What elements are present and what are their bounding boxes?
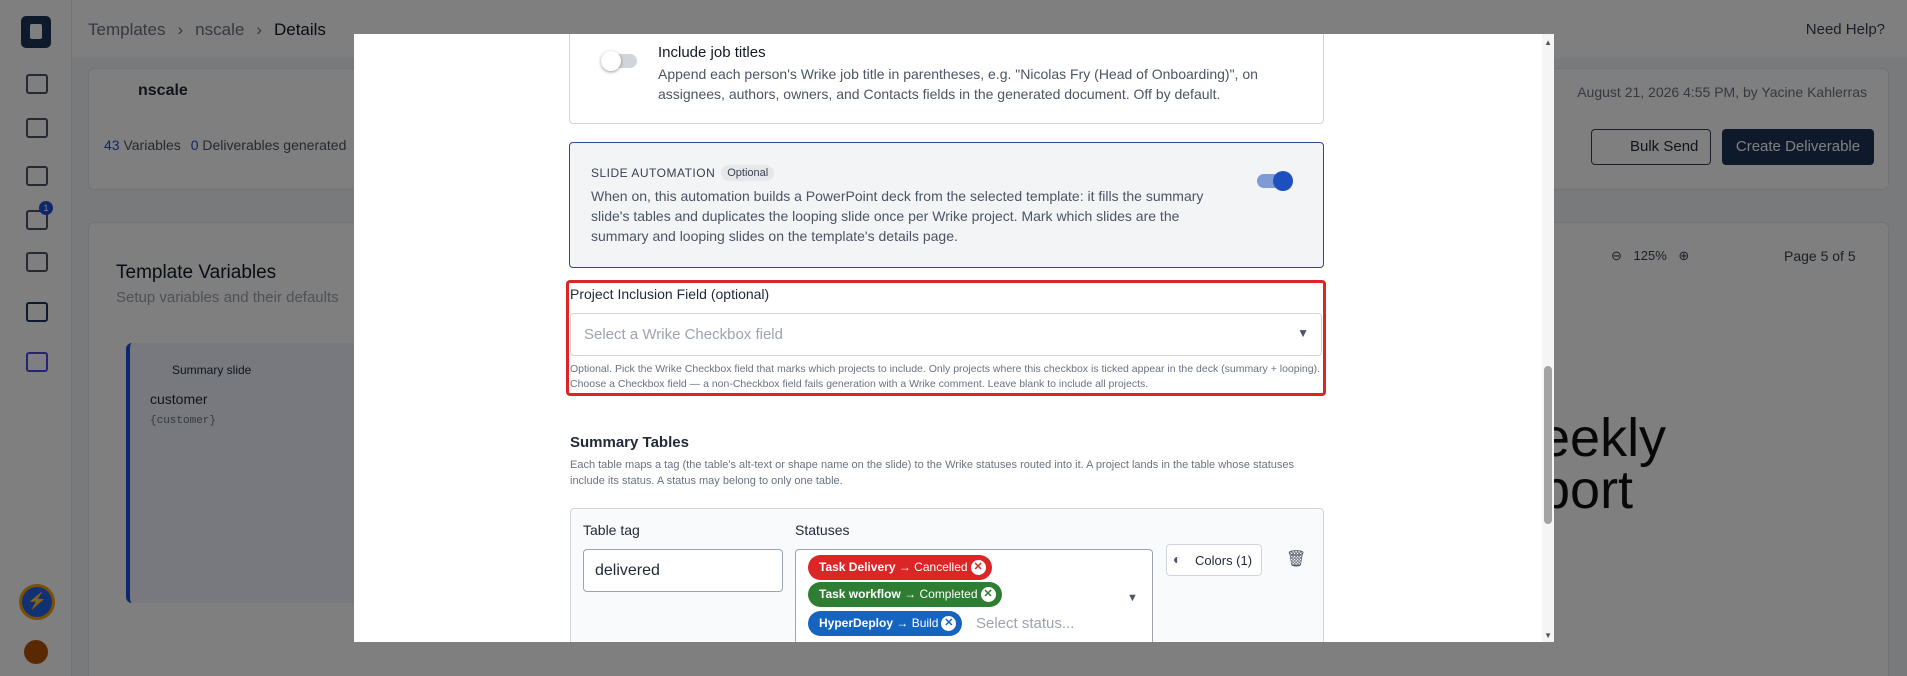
table-tag-label: Table tag: [583, 522, 640, 538]
status-chip[interactable]: Task Delivery → Cancelled ✕: [808, 555, 992, 580]
inclusion-help: Optional. Pick the Wrike Checkbox field …: [570, 363, 1321, 390]
summary-tables-title: Summary Tables: [570, 434, 689, 451]
status-value: → Build: [896, 616, 939, 630]
status-value: → Completed: [904, 587, 978, 601]
job-titles-toggle[interactable]: [601, 51, 637, 71]
inclusion-label: Project Inclusion Field (optional): [570, 286, 770, 302]
status-search-placeholder[interactable]: Select status...: [976, 615, 1074, 632]
statuses-label: Statuses: [795, 522, 850, 538]
slide-automation-toggle[interactable]: [1257, 171, 1293, 191]
colors-label: Colors (1): [1195, 553, 1253, 568]
status-value: → Cancelled: [898, 560, 968, 574]
status-chip[interactable]: HyperDeploy → Build ✕: [808, 611, 963, 636]
job-titles-title: Include job titles: [658, 44, 766, 61]
slide-automation-description: When on, this automation builds a PowerP…: [591, 188, 1204, 244]
chevron-down-icon[interactable]: ▼: [1297, 326, 1309, 340]
job-titles-description: Append each person's Wrike job title in …: [658, 66, 1258, 102]
slide-automation-title: SLIDE AUTOMATION: [591, 166, 716, 180]
status-workflow: HyperDeploy: [819, 616, 894, 630]
table-tag-input[interactable]: delivered: [583, 549, 783, 592]
remove-chip-icon[interactable]: ✕: [980, 587, 996, 602]
automation-settings-modal: Include job titles Append each person's …: [354, 34, 1554, 642]
colors-button[interactable]: ◐ Colors (1): [1166, 544, 1262, 576]
optional-badge: Optional: [721, 165, 775, 181]
remove-chip-icon[interactable]: ✕: [941, 616, 957, 631]
inclusion-placeholder: Select a Wrike Checkbox field: [584, 326, 783, 343]
modal-scrollbar[interactable]: [1542, 34, 1554, 642]
inclusion-select[interactable]: Select a Wrike Checkbox field ▼: [570, 313, 1322, 356]
remove-chip-icon[interactable]: ✕: [970, 560, 986, 575]
status-chip[interactable]: Task workflow → Completed ✕: [808, 582, 1002, 607]
table-tag-value: delivered: [595, 562, 660, 579]
chevron-down-icon[interactable]: ▼: [1127, 592, 1138, 604]
scroll-up-icon[interactable]: ▲: [1544, 38, 1552, 47]
scroll-down-icon[interactable]: ▼: [1544, 631, 1552, 640]
summary-tables-description: Each table maps a tag (the table's alt-t…: [570, 459, 1295, 487]
palette-icon: ◐: [1173, 551, 1182, 567]
slide-automation-header: SLIDE AUTOMATION Optional: [591, 164, 775, 182]
status-workflow: Task Delivery: [819, 560, 896, 574]
delete-icon[interactable]: 🗑: [1286, 549, 1306, 569]
status-workflow: Task workflow: [819, 587, 901, 601]
modal-scrollbar-thumb[interactable]: [1544, 366, 1552, 524]
